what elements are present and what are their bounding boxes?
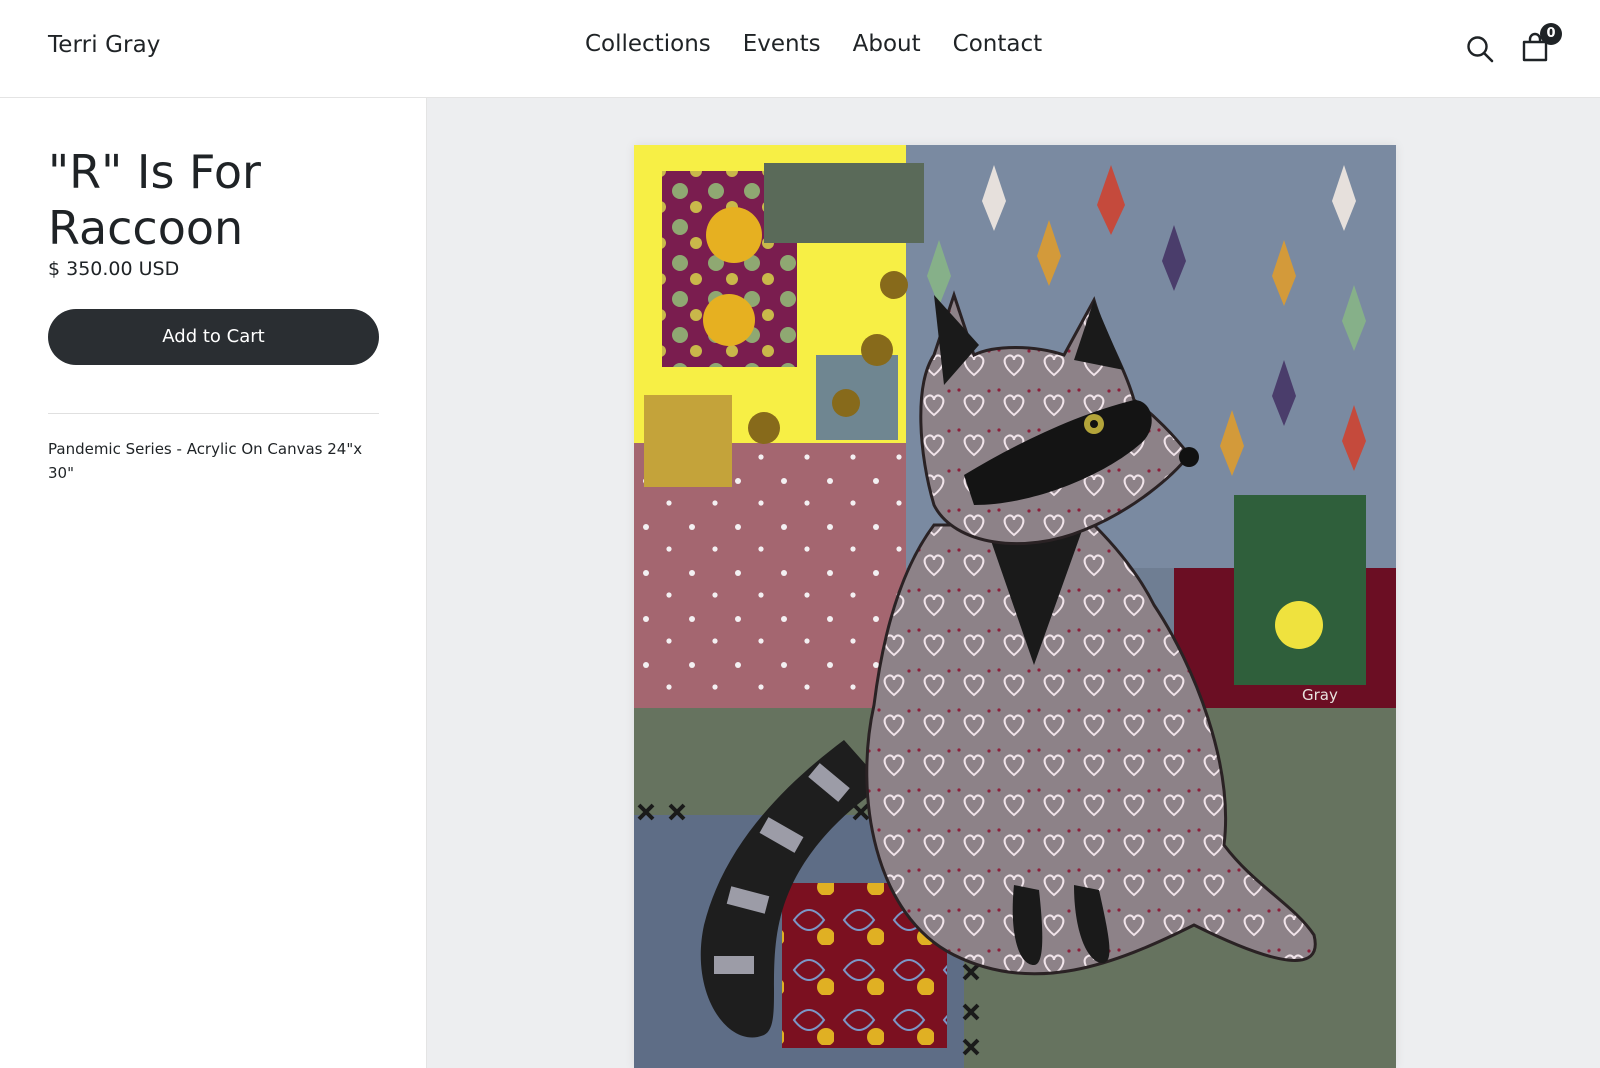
nav-contact[interactable]: Contact — [953, 31, 1042, 57]
add-to-cart-button[interactable]: Add to Cart — [48, 309, 379, 365]
site-header: Terri Gray Collections Events About Cont… — [0, 0, 1600, 98]
search-icon — [1467, 36, 1494, 63]
divider — [48, 413, 379, 414]
product-gallery: Gray — [427, 98, 1600, 1068]
product-title: "R" Is For Raccoon — [48, 145, 261, 255]
nav-events[interactable]: Events — [743, 31, 821, 57]
product-price: $ 350.00 USD — [48, 258, 180, 280]
main-nav: Collections Events About Contact — [585, 31, 1042, 57]
nav-about[interactable]: About — [853, 31, 921, 57]
nav-collections[interactable]: Collections — [585, 31, 711, 57]
search-button[interactable] — [1465, 34, 1495, 64]
product-artwork-image[interactable]: Gray — [634, 145, 1396, 1068]
product-panel: "R" Is For Raccoon $ 350.00 USD Add to C… — [0, 98, 427, 1068]
site-brand[interactable]: Terri Gray — [48, 32, 161, 58]
product-description: Pandemic Series - Acrylic On Canvas 24"x… — [48, 440, 363, 482]
cart-button[interactable]: 0 — [1520, 23, 1562, 64]
cart-count-badge: 0 — [1540, 23, 1562, 45]
artwork-signature: Gray — [1302, 686, 1338, 704]
